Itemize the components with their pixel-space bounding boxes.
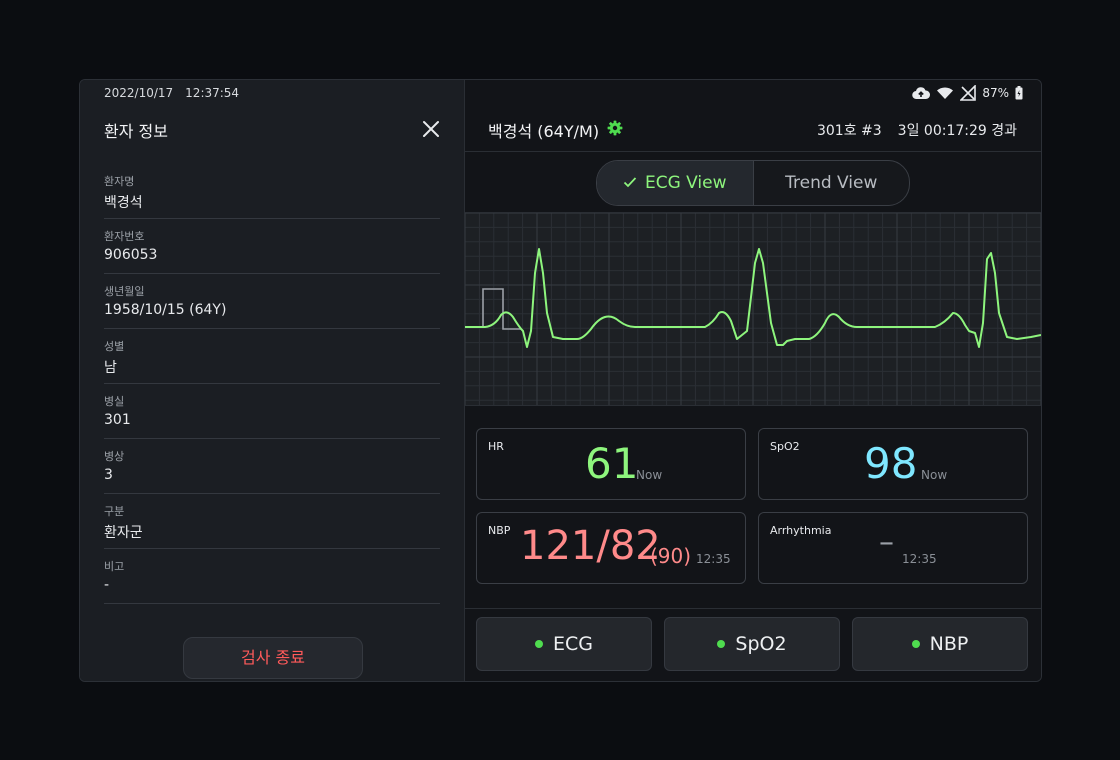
info-label: 성별	[104, 340, 125, 353]
elapsed-time: 3일 00:17:29 경과	[897, 123, 1017, 139]
date-text: 2022/10/17	[104, 86, 174, 100]
info-item-birthdate: 생년월일 1958/10/15 (64Y)	[104, 274, 440, 329]
spo2-timestamp: Now	[921, 468, 948, 482]
end-exam-button[interactable]: 검사 종료	[183, 637, 363, 679]
info-value: 남	[104, 360, 117, 376]
patient-info-panel: 2022/10/17 12:37:54 환자 정보 환자명 백경석 환자번호 90…	[80, 80, 465, 681]
info-label: 비고	[104, 560, 125, 573]
ecg-waveform	[465, 212, 1041, 406]
vital-card-spo2[interactable]: SpO2 98 Now	[758, 428, 1028, 500]
info-value: 1958/10/15 (64Y)	[104, 302, 227, 318]
info-value: 백경석	[104, 195, 143, 211]
datetime: 2022/10/17 12:37:54	[104, 86, 239, 100]
info-label: 병실	[104, 395, 125, 408]
battery-percent: 87%	[982, 86, 1009, 100]
divider	[465, 608, 1041, 609]
vital-card-nbp[interactable]: NBP 121/82 (90) 12:35	[476, 512, 746, 584]
monitor-panel: 87% 백경석 (64Y/M) 301호 #3 3일 00:17:29 경과 E…	[465, 80, 1041, 681]
bed-status: 301호 #3 3일 00:17:29 경과	[817, 120, 1017, 140]
nbp-mean: (90)	[650, 544, 692, 568]
ecg-waveform-svg	[465, 213, 1041, 405]
vital-card-arrhythmia[interactable]: Arrhythmia – 12:35	[758, 512, 1028, 584]
info-label: 구분	[104, 505, 125, 518]
vital-label: SpO2	[770, 440, 800, 453]
cloud-upload-icon	[912, 86, 931, 100]
info-item-group: 구분 환자군	[104, 494, 440, 549]
vital-label: HR	[488, 440, 504, 453]
calibration-pulse	[482, 288, 521, 330]
info-label: 환자번호	[104, 230, 145, 243]
info-value: 환자군	[104, 525, 143, 541]
info-value: 3	[104, 467, 113, 483]
check-icon	[623, 173, 637, 193]
arrhythmia-value: –	[879, 525, 894, 560]
time-text: 12:37:54	[185, 86, 240, 100]
info-item-room: 병실 301	[104, 384, 440, 439]
patient-header: 백경석 (64Y/M)	[488, 118, 623, 142]
param-label: ECG	[553, 633, 593, 655]
info-value: 301	[104, 412, 131, 428]
monitor-screen: 2022/10/17 12:37:54 환자 정보 환자명 백경석 환자번호 90…	[79, 79, 1042, 682]
tab-ecg-view[interactable]: ECG View	[597, 161, 754, 205]
info-label: 환자명	[104, 175, 135, 188]
info-item-name: 환자명 백경석	[104, 164, 440, 219]
info-label: 병상	[104, 450, 125, 463]
spo2-value: 98	[864, 439, 918, 488]
vital-label: Arrhythmia	[770, 524, 832, 537]
no-signal-icon	[960, 85, 977, 101]
hr-value: 61	[585, 439, 639, 488]
close-icon[interactable]	[420, 118, 442, 140]
info-item-sex: 성별 남	[104, 329, 440, 384]
nbp-timestamp: 12:35	[696, 552, 731, 566]
param-label: NBP	[929, 633, 969, 655]
nbp-value: 121/82	[520, 523, 661, 569]
status-dot	[535, 640, 543, 648]
tab-trend-view[interactable]: Trend View	[754, 161, 910, 205]
tab-label: ECG View	[644, 173, 727, 193]
param-label: SpO2	[735, 633, 787, 655]
spo2-param-button[interactable]: SpO2	[664, 617, 840, 671]
status-bar: 87%	[912, 84, 1023, 102]
info-item-bed: 병상 3	[104, 439, 440, 494]
info-label: 생년월일	[104, 285, 145, 298]
status-dot	[717, 640, 726, 648]
arrhythmia-timestamp: 12:35	[902, 552, 937, 566]
patient-info-list: 환자명 백경석 환자번호 906053 생년월일 1958/10/15 (64Y…	[104, 164, 440, 604]
wifi-icon	[936, 86, 954, 100]
info-value: -	[104, 577, 110, 593]
vital-label: NBP	[488, 524, 511, 537]
gear-icon[interactable]	[607, 120, 623, 140]
hr-timestamp: Now	[636, 468, 663, 482]
patient-header-name: 백경석 (64Y/M)	[488, 122, 600, 141]
panel-title: 환자 정보	[104, 122, 168, 141]
view-toggle: ECG View Trend View	[596, 160, 910, 206]
battery-icon	[1015, 86, 1023, 100]
info-value: 906053	[104, 247, 158, 263]
ecg-param-button[interactable]: ECG	[476, 617, 652, 671]
nbp-param-button[interactable]: NBP	[852, 617, 1028, 671]
info-item-note: 비고 -	[104, 549, 440, 604]
divider	[465, 151, 1041, 152]
vital-card-hr[interactable]: HR 61 Now	[476, 428, 746, 500]
tab-label: Trend View	[785, 173, 878, 193]
room-bed: 301호 #3	[816, 123, 882, 139]
info-item-id: 환자번호 906053	[104, 219, 440, 274]
status-dot	[911, 640, 920, 648]
